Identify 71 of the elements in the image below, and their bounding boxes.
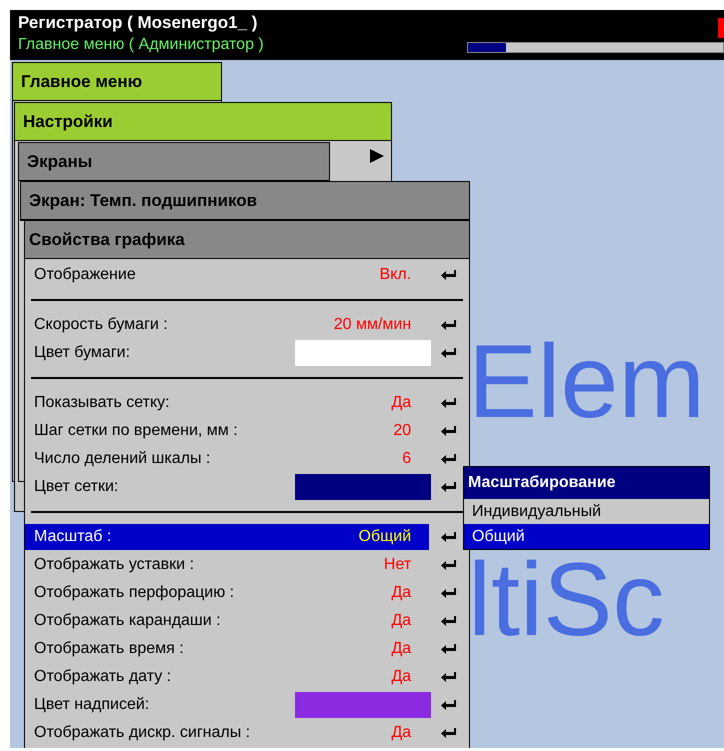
setting-row[interactable]: Число делений шкалы : 6 [25,446,430,472]
window-subtitle: Главное меню ( Администратор ) [18,35,265,55]
setting-row[interactable]: Отображать дату : Да [25,664,430,690]
setting-row[interactable]: Цвет сетки: [25,474,430,500]
setting-value: Общий [358,527,412,547]
setting-value: Да [391,723,412,743]
popup-option[interactable]: Общий [464,524,709,549]
setting-row[interactable]: Показывать сетку: Да [25,390,430,416]
setting-value: Да [391,393,412,413]
setting-row[interactable]: Отображать перфорацию : Да [25,580,430,606]
setting-label: Показывать сетку: [33,393,171,413]
setting-row[interactable]: Цвет бумаги: [25,340,430,366]
setting-row[interactable]: Масштаб : Общий [25,524,430,550]
alarm-indicator [718,18,724,38]
setting-label: Отображение [33,265,137,285]
setting-row[interactable]: Цвет надписей: [25,692,430,718]
enter-icon [441,426,458,436]
menu-title[interactable]: Главное меню [13,63,221,101]
enter-icon [441,454,458,464]
setting-row[interactable]: Шаг сетки по времени, мм : 20 [25,418,430,444]
setting-value: Да [391,611,412,631]
submenu-arrow-icon [370,149,384,163]
setting-label: Отображать перфорацию : [33,583,236,603]
setting-label: Отображать карандаши : [33,611,222,631]
menu-title[interactable]: Экран: Темп. подшипников [21,182,469,220]
window-title: Регистратор ( Mosenergo1_ ) [18,12,258,34]
enter-icon [441,398,458,408]
setting-value: Да [391,667,412,687]
setting-label: Цвет сетки: [33,477,120,497]
setting-row[interactable]: Отображать время : Да [25,636,430,662]
setting-value: 20 [393,421,412,441]
setting-value: Да [391,639,412,659]
enter-icon [441,320,458,330]
setting-label: Отображать дату : [33,667,172,687]
enter-icon [441,672,458,682]
setting-label: Отображать уставки : [33,555,196,575]
setting-label: Скорость бумаги : [33,315,169,335]
setting-row[interactable]: Отображать карандаши : Да [25,608,430,634]
logo-text: Elem [468,330,705,434]
setting-label: Отображать время : [33,639,185,659]
setting-label: Отображать дискр. сигналы : [33,723,252,743]
setting-label: Масштаб : [33,527,112,547]
setting-value: 6 [402,449,412,469]
popup-option[interactable]: Индивидуальный [464,499,709,524]
enter-icon [441,482,458,492]
panel-title: Свойства графика [25,221,469,259]
enter-icon [441,616,458,626]
setting-label: Цвет бумаги: [33,343,132,363]
menu-title[interactable]: Экраны [19,143,329,181]
setting-value: Да [391,583,412,603]
setting-label: Число делений шкалы : [33,449,212,469]
setting-label: Шаг сетки по времени, мм : [33,421,239,441]
enter-icon [441,644,458,654]
setting-row[interactable]: Отображать дискр. сигналы : Да [25,720,430,746]
enter-icon [441,560,458,570]
enter-icon [441,700,458,710]
enter-icon [441,728,458,738]
enter-icon [441,270,458,280]
setting-value: Вкл. [380,265,412,285]
setting-value: Нет [384,555,412,575]
setting-row[interactable]: Отображать уставки : Нет [25,552,430,578]
popup-title: Масштабирование [464,467,709,499]
enter-icon [441,532,458,542]
setting-value: 20 мм/мин [334,315,412,335]
setting-row[interactable]: Скорость бумаги : 20 мм/мин [25,312,430,338]
enter-icon [441,348,458,358]
setting-row[interactable]: Отображение Вкл. [25,262,430,288]
logo-text: ltiSc [468,548,664,652]
enter-icon [441,588,458,598]
menu-title[interactable]: Настройки [15,103,391,141]
setting-label: Цвет надписей: [33,695,150,715]
